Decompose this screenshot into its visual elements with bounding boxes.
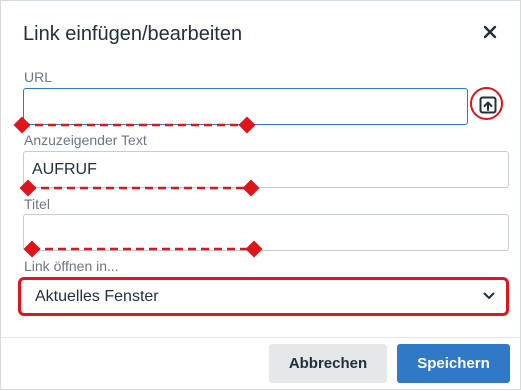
save-button[interactable]: Speichern	[397, 344, 510, 383]
text-label: Anzuzeigender Text	[24, 132, 147, 148]
target-label: Link öffnen in...	[24, 258, 119, 274]
cancel-button[interactable]: Abbrechen	[269, 344, 387, 383]
dialog-title: Link einfügen/bearbeiten	[23, 23, 243, 45]
browse-link-button[interactable]	[477, 94, 499, 116]
footer-divider	[1, 337, 520, 338]
target-select[interactable]: Aktuelles Fenster	[18, 277, 509, 316]
close-icon	[483, 25, 497, 39]
url-label: URL	[24, 69, 53, 85]
chevron-down-icon	[483, 292, 495, 299]
target-select-value: Aktuelles Fenster	[35, 288, 159, 305]
title-label: Titel	[24, 196, 50, 212]
url-input[interactable]	[23, 88, 468, 125]
display-text-input[interactable]: AUFRUF	[23, 151, 509, 188]
title-input[interactable]	[23, 214, 509, 251]
close-button[interactable]	[479, 21, 501, 43]
annotation-overlay	[13, 116, 263, 258]
browse-link-icon	[479, 96, 497, 114]
link-dialog: Link einfügen/bearbeiten URL Anzuzeigend…	[0, 0, 521, 390]
